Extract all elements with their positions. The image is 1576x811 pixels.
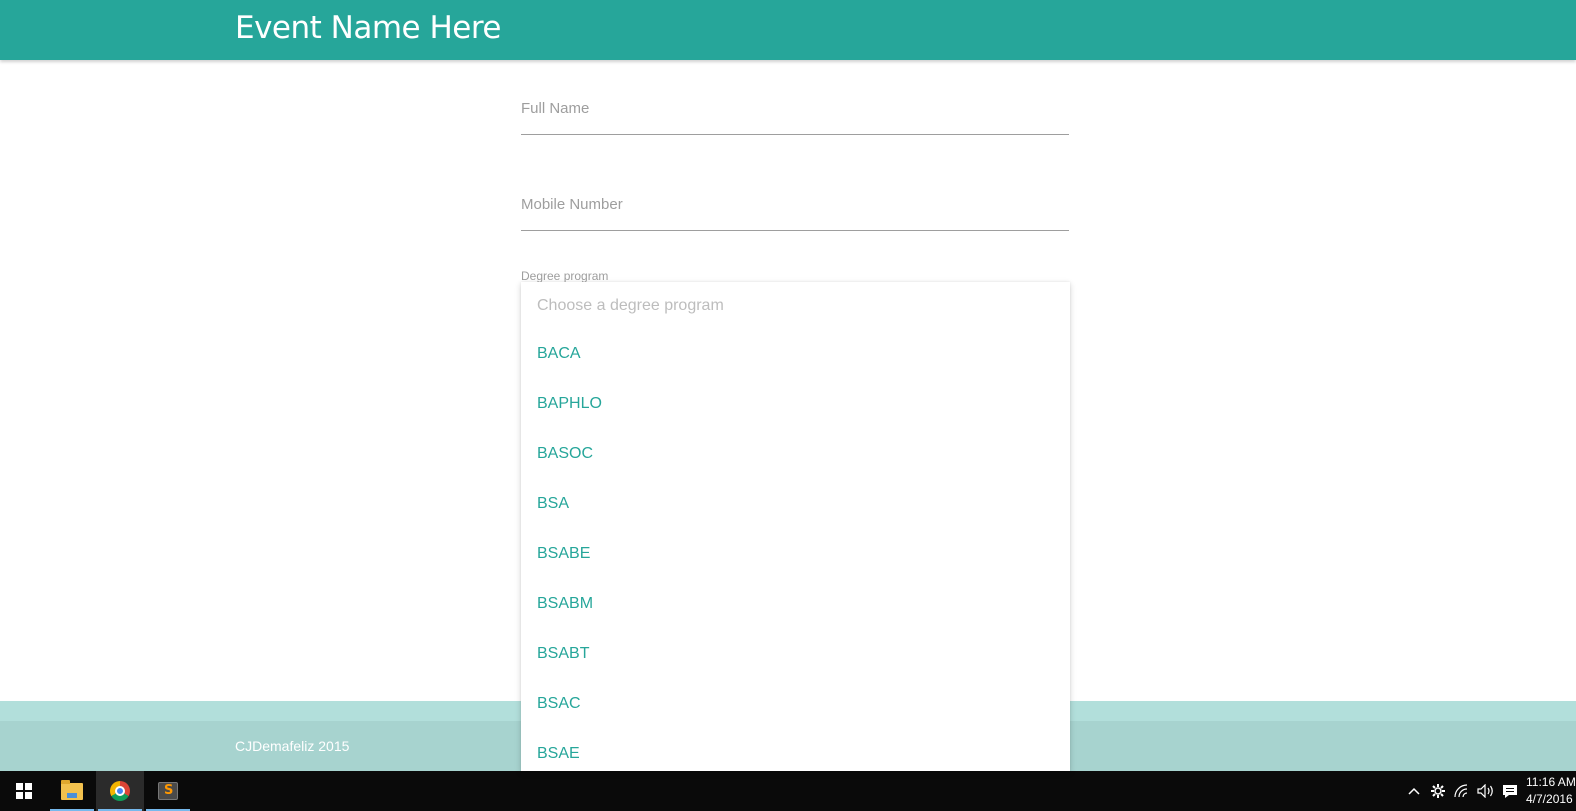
file-explorer-icon (61, 779, 83, 800)
file-explorer-button[interactable] (48, 771, 96, 811)
system-clock[interactable]: 11:16 AM 4/7/2016 (1526, 774, 1576, 808)
degree-option[interactable]: BASOC (521, 429, 1070, 479)
event-title: Event Name Here (235, 10, 502, 46)
chrome-icon (110, 781, 130, 801)
wifi-icon[interactable] (1450, 771, 1474, 811)
degree-option[interactable]: BSABE (521, 529, 1070, 579)
mobile-number-field[interactable] (521, 196, 1069, 231)
chrome-button[interactable] (96, 771, 144, 811)
full-name-field[interactable] (521, 100, 1069, 135)
degree-option[interactable]: BSABT (521, 629, 1070, 679)
footer-copyright: CJDemafeliz 2015 (235, 738, 350, 754)
degree-option[interactable]: BACA (521, 329, 1070, 379)
app-header: Event Name Here (0, 0, 1576, 60)
degree-program-label: Degree program (521, 269, 609, 283)
full-name-input[interactable] (521, 100, 1069, 117)
degree-option[interactable]: BSAC (521, 679, 1070, 729)
degree-option[interactable]: BSAE (521, 729, 1070, 771)
clock-date: 4/7/2016 (1526, 792, 1573, 806)
settings-icon[interactable] (1426, 771, 1450, 811)
degree-option[interactable]: BSA (521, 479, 1070, 529)
mobile-number-input[interactable] (521, 196, 1069, 213)
degree-option[interactable]: BSABM (521, 579, 1070, 629)
degree-placeholder-option: Choose a degree program (537, 297, 724, 314)
clock-time: 11:16 AM (1526, 775, 1576, 789)
page: Event Name Here Degree program Choose a … (0, 0, 1576, 811)
windows-start-icon (16, 783, 32, 799)
notification-icon[interactable] (1498, 771, 1522, 811)
windows-taskbar: 11:16 AM 4/7/2016 (0, 771, 1576, 811)
degree-program-dropdown[interactable]: Choose a degree program BACA BAPHLO BASO… (521, 282, 1070, 771)
chevron-up-icon[interactable] (1402, 771, 1426, 811)
sublime-text-button[interactable] (144, 771, 192, 811)
sublime-text-icon (158, 782, 178, 800)
windows-start-button[interactable] (0, 771, 48, 811)
volume-icon[interactable] (1474, 771, 1498, 811)
degree-option[interactable]: BAPHLO (521, 379, 1070, 429)
